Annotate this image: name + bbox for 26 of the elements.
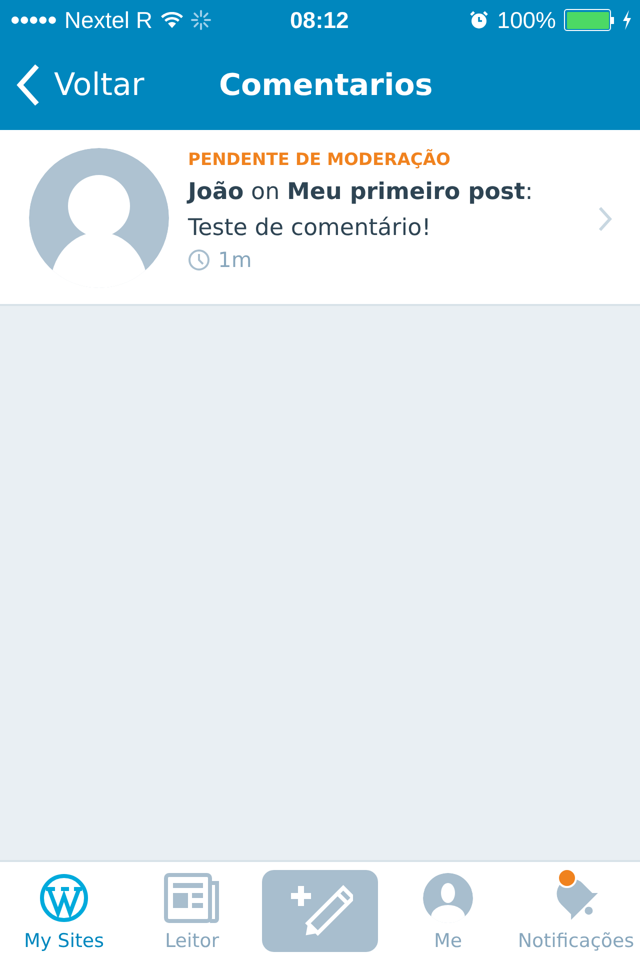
person-icon (423, 873, 473, 923)
comment-row[interactable]: PENDENTE DE MODERAÇÃO João on Meu primeiro post: Teste de comentário! 1m (0, 130, 640, 306)
tab-button[interactable]: Leitor (128, 862, 256, 960)
chevron-right-icon (598, 206, 612, 232)
clock-icon (188, 249, 210, 271)
carrier-name: Nextel R (64, 6, 153, 34)
back-button[interactable]: Voltar (0, 64, 144, 106)
wifi-icon (160, 12, 183, 28)
comment-text: João on Meu primeiro post: Teste de comentário! (188, 178, 534, 243)
avatar-icon (29, 148, 169, 288)
battery-icon (564, 9, 614, 31)
clock-time: 08:12 (290, 6, 349, 34)
tab-button[interactable]: Me (384, 862, 512, 960)
tab-button[interactable]: My Sites (0, 862, 128, 960)
moderation-status: PENDENTE DE MODERAÇÃO (188, 150, 452, 170)
comment-age: 1m (218, 248, 252, 272)
alarm-icon (469, 10, 490, 30)
newspaper-icon (164, 873, 220, 923)
screen-title: Comentarios (219, 68, 433, 102)
battery-percentage: 100% (497, 6, 556, 34)
wordpress-logo-icon (39, 873, 89, 923)
signal-strength: ●●●●● (10, 10, 56, 30)
chevron-left-icon (16, 64, 40, 106)
tab-button[interactable]: Notificações (512, 862, 640, 960)
compose-button[interactable] (262, 870, 378, 952)
activity-spinner-icon (190, 10, 211, 30)
